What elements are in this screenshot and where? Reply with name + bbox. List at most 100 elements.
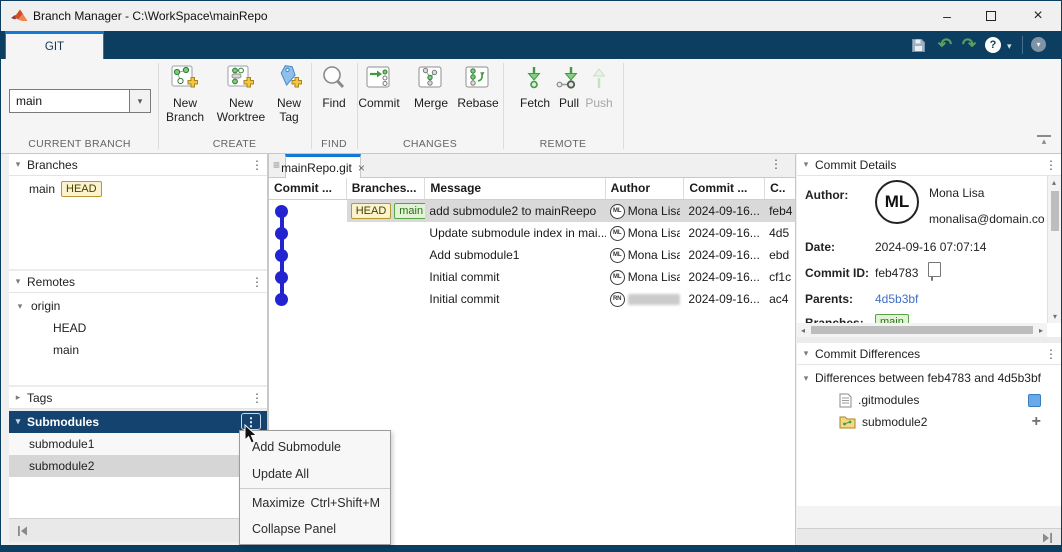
column-header-commit-id[interactable]: C.. bbox=[765, 178, 795, 199]
menu-item-maximize[interactable]: Maximize Ctrl+Shift+M bbox=[240, 490, 390, 516]
collapse-icon[interactable]: ▾ bbox=[9, 301, 31, 312]
collapse-icon[interactable]: ▾ bbox=[797, 373, 815, 384]
undo-button[interactable]: ↶ bbox=[935, 34, 955, 56]
scroll-up-icon[interactable]: ▴ bbox=[1048, 178, 1060, 187]
current-branch-combobox[interactable]: main ▾ bbox=[9, 89, 151, 113]
copy-icon[interactable] bbox=[931, 265, 933, 281]
caret-down-circle-icon: ▾ bbox=[1031, 37, 1046, 52]
combobox-caret-icon[interactable]: ▾ bbox=[129, 90, 150, 112]
commit-details-vertical-scrollbar[interactable]: ▴ ▾ bbox=[1047, 176, 1061, 323]
tab-close-icon[interactable]: × bbox=[358, 161, 365, 175]
commit-row-4[interactable]: Initial commit ML Mona Lisa 2024-09-16..… bbox=[269, 266, 795, 288]
collapse-icon[interactable]: ▾ bbox=[9, 159, 27, 170]
new-tag-button[interactable]: New Tag bbox=[269, 64, 309, 124]
collapse-icon[interactable]: ▾ bbox=[797, 348, 815, 359]
submodule-name: submodule2 bbox=[29, 459, 95, 473]
tab-git[interactable]: GIT bbox=[5, 31, 104, 59]
commit-graph-node[interactable] bbox=[275, 292, 288, 306]
submodules-panel-header[interactable]: ▾ Submodules ⋮ bbox=[9, 411, 267, 433]
commit-graph-node[interactable] bbox=[275, 248, 288, 262]
avatar: ML bbox=[609, 225, 625, 241]
menu-item-update-all[interactable]: Update All bbox=[240, 460, 390, 487]
remotes-kebab-icon[interactable]: ⋮ bbox=[247, 275, 267, 289]
parent-commit-link[interactable]: 4d5b3bf bbox=[875, 292, 918, 306]
redo-button[interactable]: ↷ bbox=[959, 34, 979, 56]
save-button[interactable] bbox=[909, 36, 927, 54]
collapse-right-panel-icon[interactable] bbox=[1041, 532, 1053, 544]
commit-graph-node[interactable] bbox=[275, 270, 288, 284]
find-button[interactable]: Find bbox=[313, 64, 355, 110]
remote-child-main[interactable]: main bbox=[9, 339, 267, 361]
toolbar-separator bbox=[503, 63, 504, 149]
remotes-panel-header[interactable]: ▾ Remotes ⋮ bbox=[9, 271, 267, 293]
author-avatar: ML bbox=[875, 180, 919, 224]
section-label-changes: CHANGES bbox=[402, 138, 458, 150]
commit-row-1[interactable]: HEAD main add submodule2 to mainReepo ML… bbox=[269, 200, 795, 222]
diff-file-submodule2[interactable]: submodule2 + bbox=[797, 411, 1061, 433]
collapse-icon[interactable]: ▾ bbox=[797, 159, 815, 170]
branches-panel-header[interactable]: ▾ Branches ⋮ bbox=[9, 154, 267, 176]
column-header-branches[interactable]: Branches... bbox=[347, 178, 426, 199]
quick-access-caret[interactable]: ▾ bbox=[1007, 41, 1012, 52]
submodule-item-1[interactable]: submodule1 bbox=[9, 433, 267, 455]
redacted-author-name bbox=[627, 293, 680, 305]
scrollbar-thumb[interactable] bbox=[1050, 191, 1059, 231]
remote-child-head[interactable]: HEAD bbox=[9, 317, 267, 339]
help-button[interactable]: ? bbox=[985, 37, 1001, 53]
collapse-left-panel-icon[interactable] bbox=[17, 525, 29, 537]
scrollbar-thumb[interactable] bbox=[811, 326, 1033, 334]
differences-group-row[interactable]: ▾ Differences between feb4783 and 4d5b3b… bbox=[797, 367, 1061, 389]
commit-differences-panel-header[interactable]: ▾ Commit Differences ⋮ bbox=[797, 343, 1061, 365]
rebase-button[interactable]: Rebase bbox=[453, 64, 503, 110]
menu-item-add-submodule[interactable]: Add Submodule bbox=[240, 433, 390, 460]
column-header-commit-graph[interactable]: Commit ... bbox=[269, 178, 347, 199]
collapse-icon[interactable]: ▾ bbox=[9, 416, 27, 427]
scroll-down-icon[interactable]: ▾ bbox=[1049, 312, 1061, 321]
ribbon-options-button[interactable]: ▾ bbox=[1031, 37, 1046, 52]
collapse-icon[interactable]: ▾ bbox=[9, 276, 27, 287]
tab-mainrepo-git[interactable]: mainRepo.git × bbox=[281, 154, 365, 178]
avatar: ML bbox=[609, 203, 625, 219]
tags-panel-header[interactable]: ▸ Tags ⋮ bbox=[9, 387, 267, 409]
merge-button[interactable]: Merge bbox=[409, 64, 453, 110]
scroll-left-icon[interactable]: ◂ bbox=[797, 326, 809, 335]
column-header-message[interactable]: Message bbox=[425, 178, 606, 199]
minimize-button[interactable]: – bbox=[930, 4, 964, 28]
commit-graph-node[interactable] bbox=[275, 204, 288, 218]
remote-item-origin[interactable]: ▾ origin bbox=[9, 295, 267, 317]
close-button[interactable]: × bbox=[1021, 4, 1055, 28]
commit-row-2[interactable]: Update submodule index in mai... ML Mona… bbox=[269, 222, 795, 244]
commit-differences-kebab-icon[interactable]: ⋮ bbox=[1041, 347, 1061, 361]
save-icon bbox=[911, 38, 925, 52]
commit-details-horizontal-scrollbar[interactable]: ◂ ▸ bbox=[797, 323, 1047, 337]
message-cell: Initial commit bbox=[429, 270, 500, 284]
commit-details-panel-header[interactable]: ▾ Commit Details ⋮ bbox=[797, 154, 1061, 176]
collapse-ribbon-button[interactable]: ▴ bbox=[1037, 135, 1051, 146]
commit-details-kebab-icon[interactable]: ⋮ bbox=[1041, 158, 1061, 172]
scroll-right-icon[interactable]: ▸ bbox=[1035, 326, 1047, 335]
maximize-button[interactable] bbox=[974, 4, 1008, 28]
commit-row-5[interactable]: Initial commit RN 2024-09-16... ac4 bbox=[269, 288, 795, 310]
diff-file-gitmodules[interactable]: .gitmodules bbox=[797, 389, 1061, 411]
menu-item-collapse-panel[interactable]: Collapse Panel bbox=[240, 516, 390, 542]
branch-item-main[interactable]: main HEAD bbox=[9, 179, 267, 199]
menu-item-label: Add Submodule bbox=[252, 439, 341, 454]
tags-kebab-icon[interactable]: ⋮ bbox=[247, 391, 267, 405]
push-button[interactable]: Push bbox=[579, 64, 619, 110]
collapse-icon[interactable]: ▸ bbox=[9, 392, 27, 403]
new-worktree-button[interactable]: New Worktree bbox=[211, 64, 271, 124]
sidebar-bottom-strip[interactable] bbox=[9, 518, 267, 542]
submodule-item-2[interactable]: submodule2 bbox=[9, 455, 267, 477]
new-branch-button[interactable]: New Branch bbox=[161, 64, 209, 124]
commit-graph-node[interactable] bbox=[275, 226, 288, 240]
right-panel-filler bbox=[797, 506, 1061, 528]
added-status-icon: + bbox=[1031, 413, 1041, 430]
commit-row-3[interactable]: Add submodule1 ML Mona Lisa 2024-09-16..… bbox=[269, 244, 795, 266]
right-panel-bottom-strip[interactable] bbox=[797, 528, 1061, 546]
tab-grip-handle[interactable]: ≡ bbox=[273, 158, 280, 172]
commit-button[interactable]: Commit bbox=[355, 64, 403, 110]
tabstrip-kebab-icon[interactable]: ⋮ bbox=[770, 157, 782, 171]
column-header-author[interactable]: Author bbox=[606, 178, 685, 199]
branches-kebab-icon[interactable]: ⋮ bbox=[247, 158, 267, 172]
column-header-commit-date[interactable]: Commit ... bbox=[684, 178, 766, 199]
